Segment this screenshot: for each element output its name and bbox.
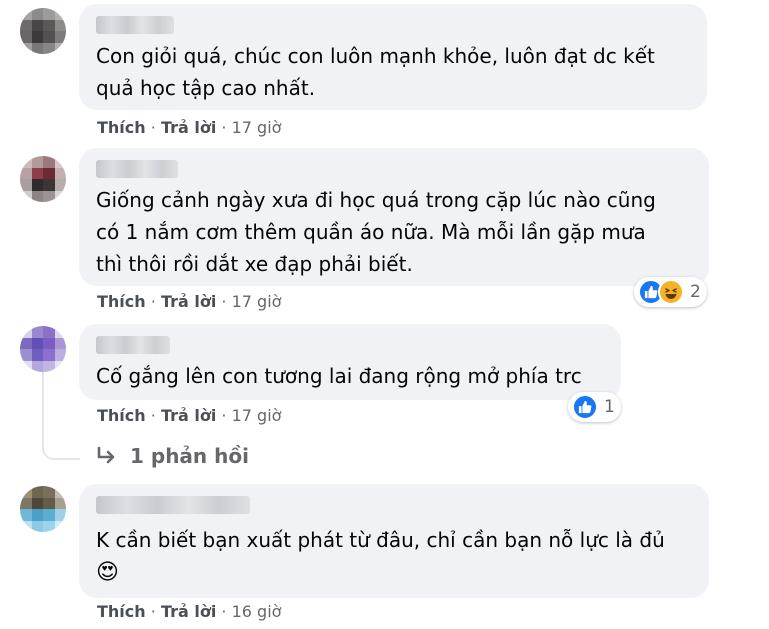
comment-line: Con giỏi quá, chúc con luôn mạnh khỏe, l… (96, 44, 655, 68)
emoji: 😍 (96, 560, 119, 585)
separator: · (221, 292, 227, 311)
comment-text: Cố gắng lên con tương lai đang rộng mở p… (96, 360, 582, 392)
reply-arrow-icon (97, 446, 115, 464)
reaction-count: 2 (690, 282, 701, 302)
like-link[interactable]: Thích (97, 118, 146, 137)
comment-line: quả học tập cao nhất. (96, 76, 316, 100)
view-replies-link[interactable]: 1 phản hồi (96, 444, 249, 468)
like-icon (572, 394, 598, 420)
timestamp[interactable]: 17 giờ (232, 292, 282, 311)
timestamp[interactable]: 17 giờ (232, 406, 282, 425)
separator: · (150, 292, 156, 311)
comment-actions: Thích · Trả lời · 17 giờ (97, 406, 281, 426)
separator: · (221, 406, 227, 425)
comment-text: Giống cảnh ngày xưa đi học quá trong cặp… (96, 184, 656, 280)
comment-line: thì thôi rồi dắt xe đạp phải biết. (96, 252, 413, 276)
author-name-blurred[interactable] (96, 336, 170, 354)
separator: · (221, 118, 227, 137)
separator: · (150, 602, 156, 621)
comment-line: Giống cảnh ngày xưa đi học quá trong cặp… (96, 188, 656, 212)
comment-text: K cần biết bạn xuất phát từ đâu, chỉ cần… (96, 524, 665, 590)
avatar[interactable] (20, 8, 66, 54)
avatar[interactable] (20, 326, 66, 372)
separator: · (150, 118, 156, 137)
comment-actions: Thích · Trả lời · 16 giờ (97, 602, 281, 622)
comment-line: Cố gắng lên con tương lai đang rộng mở p… (96, 364, 582, 388)
timestamp[interactable]: 16 giờ (232, 602, 282, 621)
reaction-summary[interactable]: 2 (634, 277, 707, 307)
replies-count-label: 1 phản hồi (130, 444, 249, 468)
author-name-blurred[interactable] (96, 496, 250, 514)
like-link[interactable]: Thích (97, 602, 146, 621)
author-name-blurred[interactable] (96, 16, 174, 34)
comment-actions: Thích · Trả lời · 17 giờ (97, 118, 281, 138)
separator: · (221, 602, 227, 621)
reaction-summary[interactable]: 1 (568, 392, 621, 422)
separator: · (150, 406, 156, 425)
comment-line: K cần biết bạn xuất phát từ đâu, chỉ cần… (96, 528, 665, 552)
avatar[interactable] (20, 486, 66, 532)
avatar[interactable] (20, 156, 66, 202)
author-name-blurred[interactable] (96, 160, 178, 178)
comment-actions: Thích · Trả lời · 17 giờ (97, 292, 281, 312)
reply-link[interactable]: Trả lời (161, 602, 216, 621)
like-link[interactable]: Thích (97, 406, 146, 425)
comment-text: Con giỏi quá, chúc con luôn mạnh khỏe, l… (96, 40, 655, 104)
reply-link[interactable]: Trả lời (161, 292, 216, 311)
timestamp[interactable]: 17 giờ (232, 118, 282, 137)
thread-connector (42, 372, 80, 460)
reaction-count: 1 (604, 397, 615, 417)
comment-line: có 1 nắm cơm thêm quần áo nữa. Mà mỗi lầ… (96, 220, 646, 244)
haha-icon (658, 279, 684, 305)
like-link[interactable]: Thích (97, 292, 146, 311)
reply-link[interactable]: Trả lời (161, 406, 216, 425)
reply-link[interactable]: Trả lời (161, 118, 216, 137)
